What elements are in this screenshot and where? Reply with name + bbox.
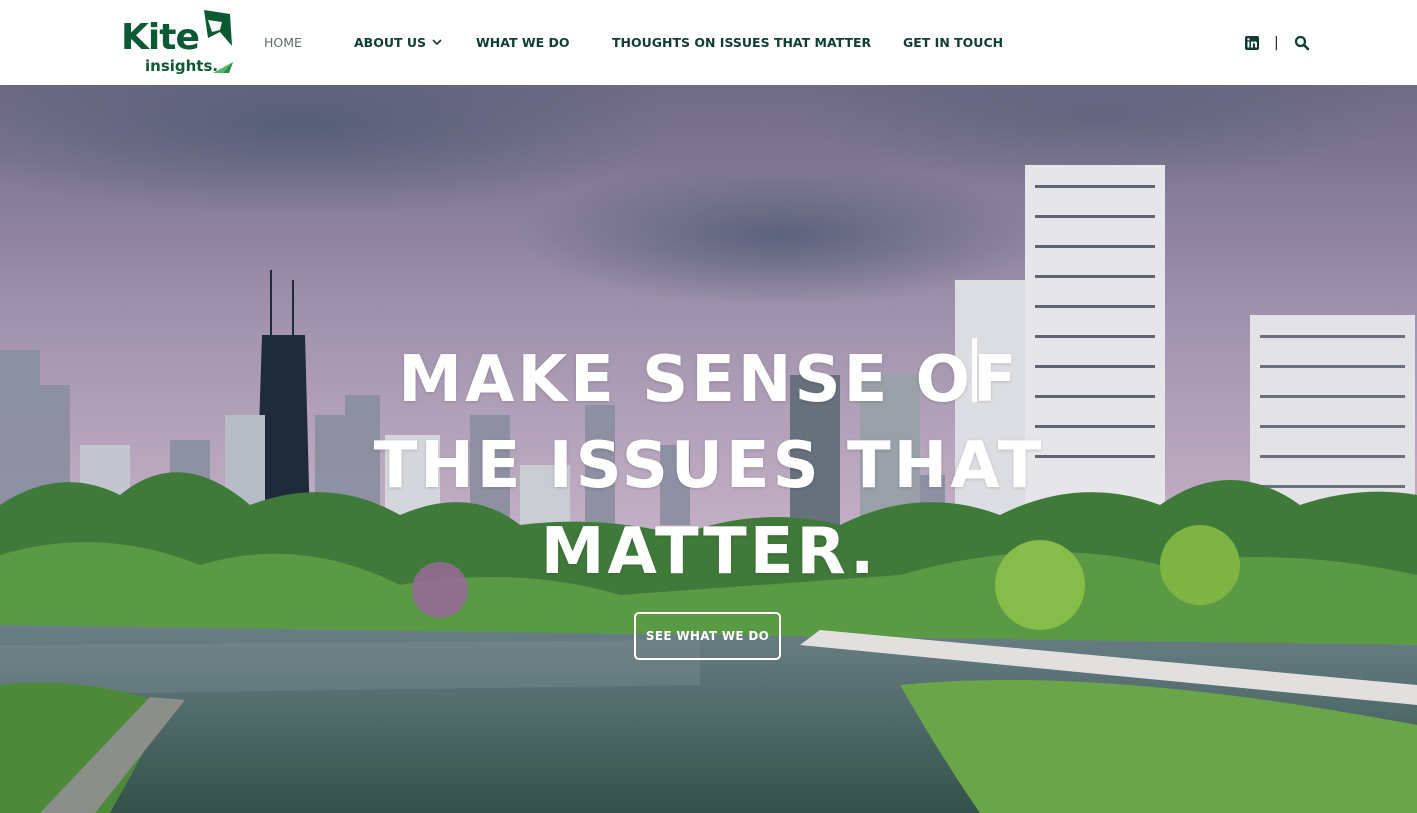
headline-line-3: MATTER. [540,515,878,589]
header-divider: | [1274,35,1279,51]
kite-mark-icon [204,10,232,46]
hero-banner: MAKE SENSE OF THE ISSUES THAT MATTER. SE… [0,85,1417,813]
nav-about-us[interactable]: ABOUT US [354,33,426,53]
typing-cursor [972,338,977,402]
chevron-down-icon[interactable] [432,37,442,47]
logo-wordmark: Kite [121,17,200,58]
nav-get-in-touch[interactable]: GET IN TOUCH [903,33,1003,53]
logo-tagline: insights. [145,57,219,75]
nav-home[interactable]: HOME [264,33,302,53]
headline-line-1: MAKE SENSE OF [398,343,1020,417]
headline-line-2: THE ISSUES THAT [373,429,1045,503]
site-logo[interactable]: Kite insights. [121,8,237,78]
linkedin-icon[interactable] [1245,36,1259,50]
kite-tail-icon [213,62,233,73]
nav-thoughts[interactable]: THOUGHTS ON ISSUES THAT MATTER [612,33,871,53]
site-header: Kite insights. HOME ABOUT US WHAT WE DO … [0,0,1417,85]
nav-what-we-do[interactable]: WHAT WE DO [476,33,570,53]
hero-headline: MAKE SENSE OF THE ISSUES THAT MATTER. [350,337,1068,595]
search-icon[interactable] [1294,35,1310,51]
see-what-we-do-button[interactable]: SEE WHAT WE DO [634,612,781,660]
